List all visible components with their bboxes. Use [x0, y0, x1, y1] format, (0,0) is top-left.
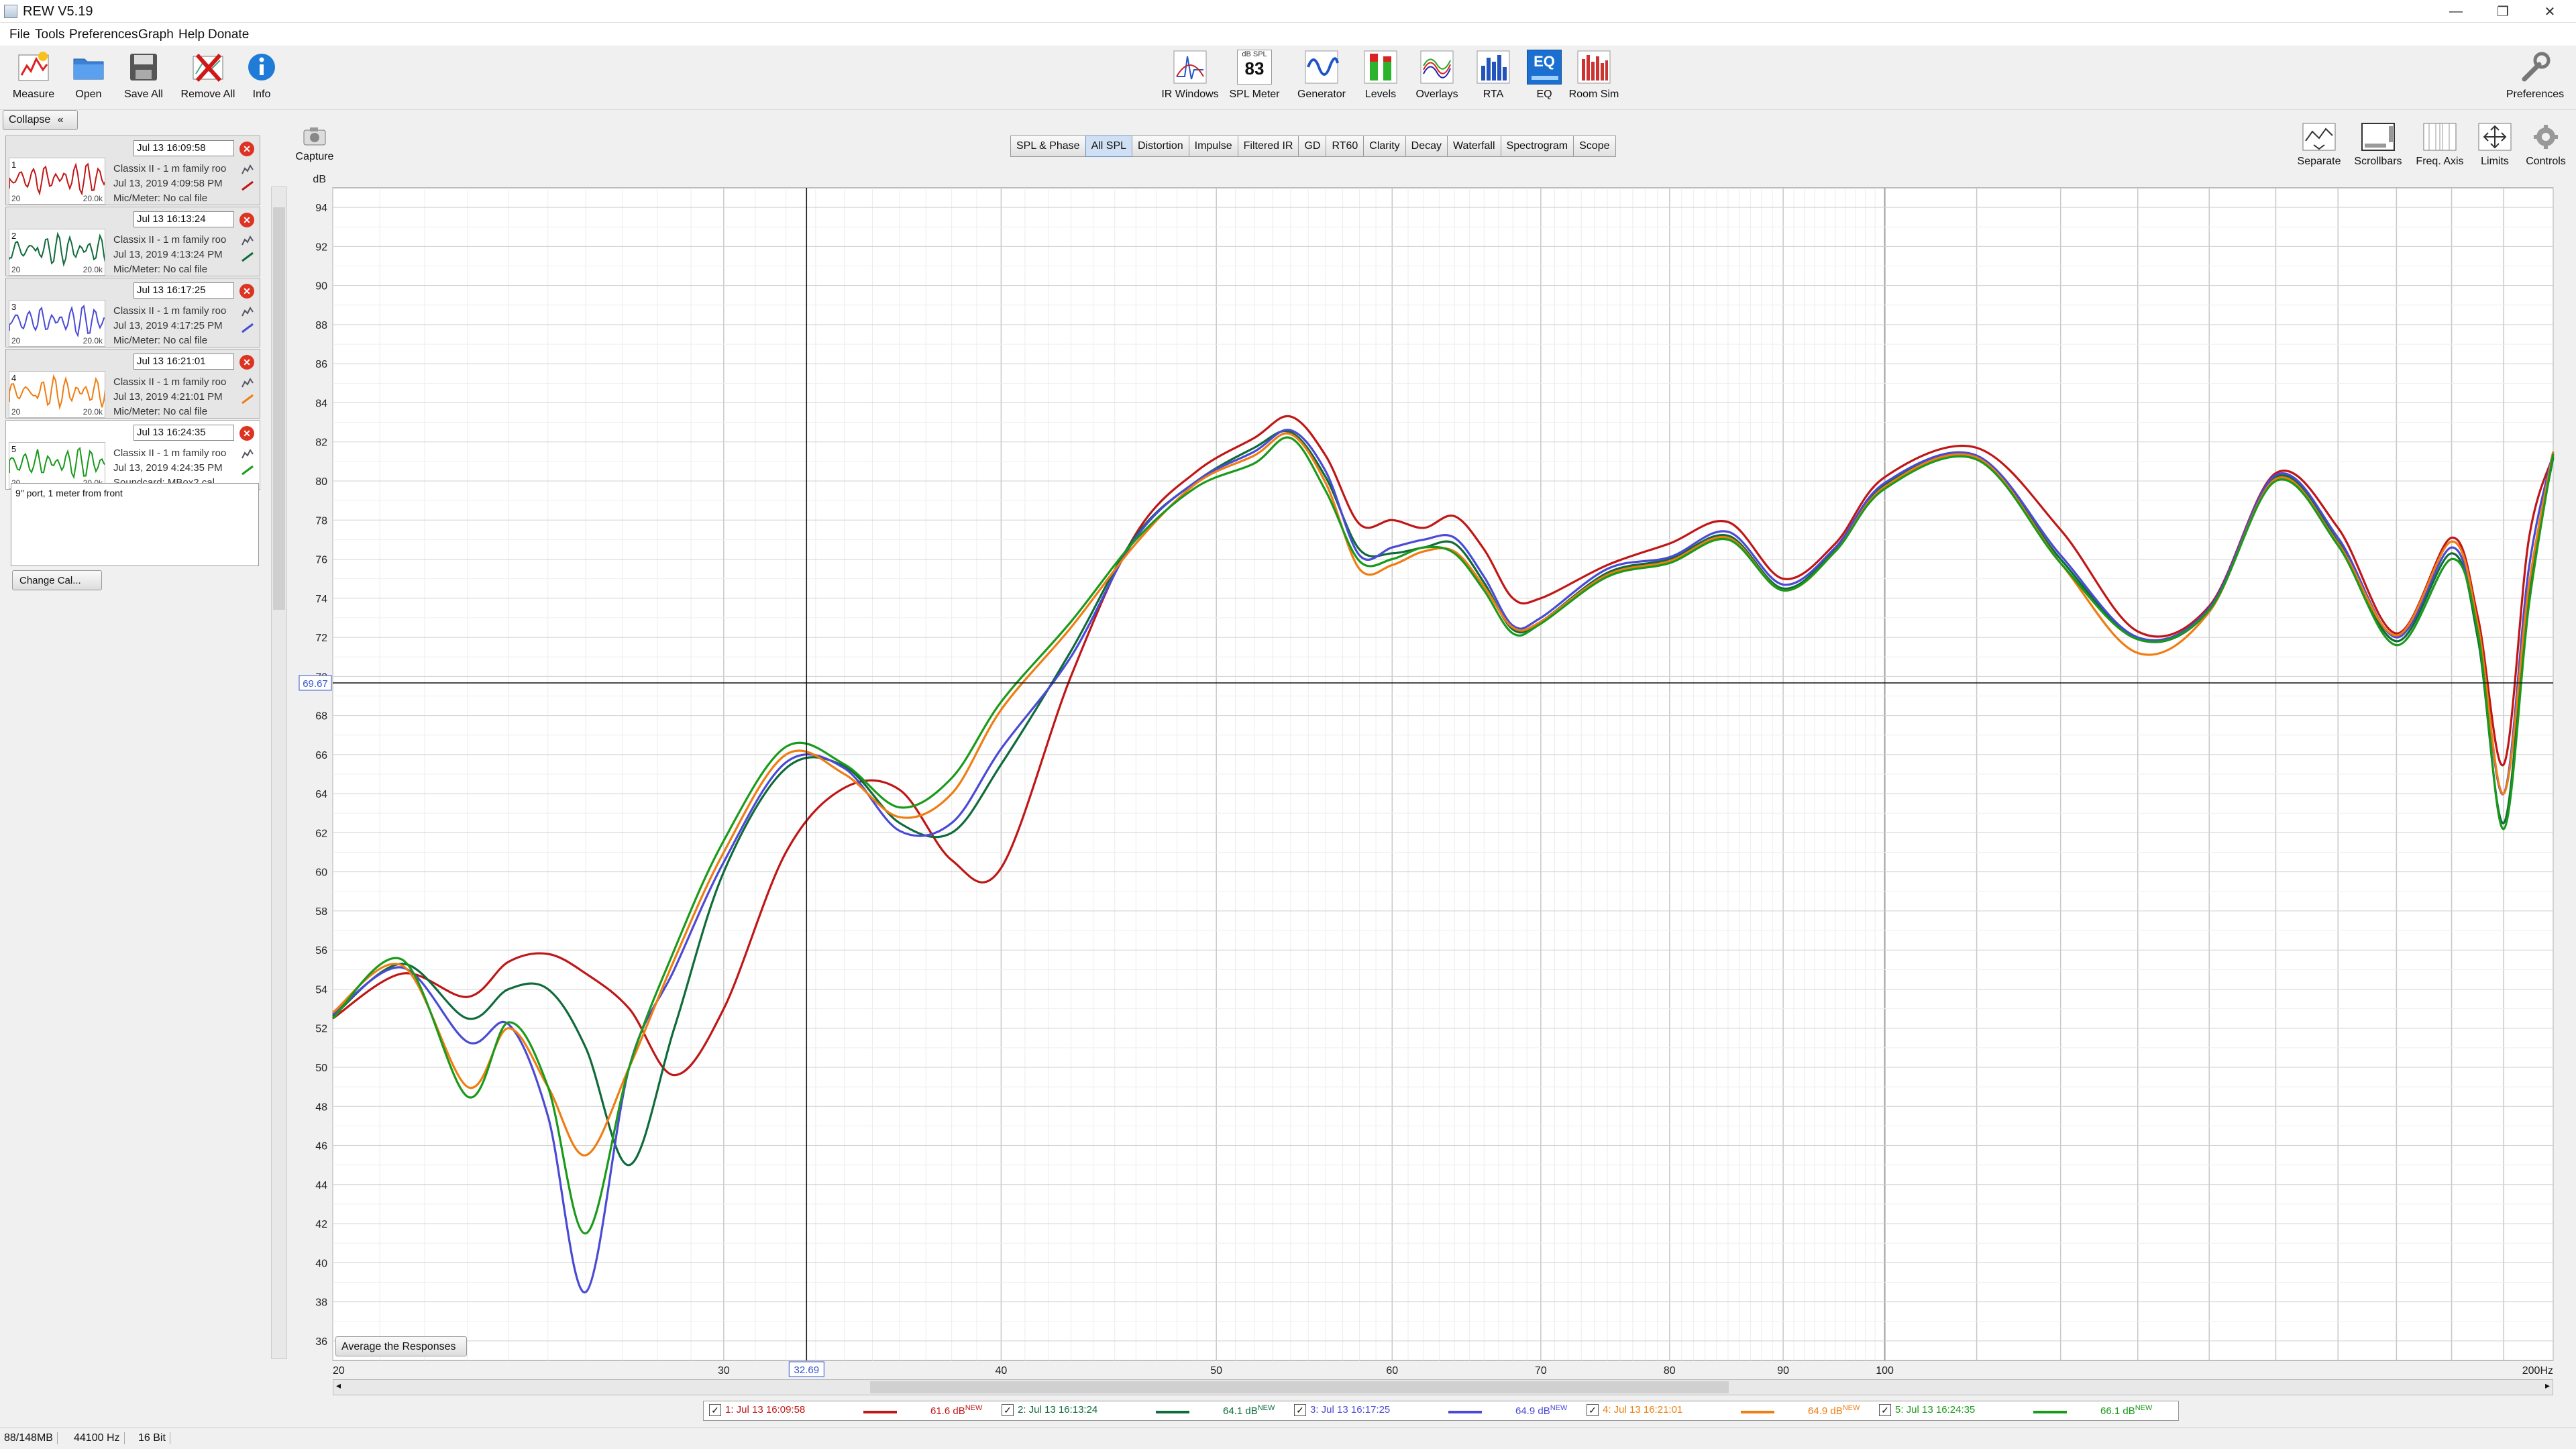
legend-label: 2: Jul 13 16:13:24 — [1018, 1404, 1098, 1415]
legend-label: 3: Jul 13 16:17:25 — [1310, 1404, 1391, 1415]
legend-entry[interactable]: ✓ 4: Jul 13 16:21:01 64.9 dBNEW — [1587, 1404, 1868, 1417]
bit-depth-status: 16 Bit — [134, 1432, 170, 1444]
scroll-right-icon[interactable]: ▸ — [2545, 1380, 2550, 1391]
scroll-left-icon[interactable]: ◂ — [336, 1380, 341, 1391]
y-tick-label: 52 — [315, 1024, 327, 1035]
legend-checkbox[interactable]: ✓ — [1294, 1404, 1306, 1417]
legend-checkbox[interactable]: ✓ — [709, 1404, 721, 1417]
y-tick-label: 88 — [315, 320, 327, 331]
y-tick-label: 38 — [315, 1297, 327, 1309]
legend-entry[interactable]: ✓ 2: Jul 13 16:13:24 64.1 dBNEW — [1002, 1404, 1283, 1417]
legend-label: 1: Jul 13 16:09:58 — [725, 1404, 806, 1415]
y-tick-label: 80 — [315, 476, 327, 488]
x-tick-label: 200Hz — [2522, 1365, 2553, 1377]
y-tick-label: 94 — [315, 203, 327, 214]
y-tick-label: 66 — [315, 750, 327, 761]
y-tick-label: 36 — [315, 1336, 327, 1348]
y-tick-label: 58 — [315, 906, 327, 918]
x-tick-label: 70 — [1535, 1365, 1547, 1377]
x-tick-label: 30 — [718, 1365, 730, 1377]
y-tick-label: 78 — [315, 515, 327, 527]
y-tick-label: 74 — [315, 594, 327, 605]
x-tick-label: 40 — [996, 1365, 1008, 1377]
y-tick-label: 62 — [315, 828, 327, 839]
legend-level: 61.6 dBNEW — [930, 1404, 983, 1417]
y-tick-label: 86 — [315, 359, 327, 370]
grid — [332, 188, 2554, 1360]
y-tick-label: 76 — [315, 555, 327, 566]
legend-level: 64.9 dBNEW — [1515, 1404, 1568, 1417]
sample-rate-status: 44100 Hz — [70, 1432, 125, 1444]
legend-entry[interactable]: ✓ 1: Jul 13 16:09:58 61.6 dBNEW — [709, 1404, 991, 1417]
legend-swatch — [1156, 1411, 1189, 1413]
scrollbar-thumb[interactable] — [870, 1381, 1729, 1393]
x-tick-label: 90 — [1777, 1365, 1789, 1377]
legend-checkbox[interactable]: ✓ — [1879, 1404, 1891, 1417]
y-tick-label: 92 — [315, 241, 327, 253]
y-tick-label: 84 — [315, 398, 327, 409]
y-tick-label: 50 — [315, 1063, 327, 1074]
x-tick-label: 50 — [1210, 1365, 1222, 1377]
spl-graph[interactable]: 36 38 40 42 44 46 48 50 52 54 56 58 60 62 64 66 68 70 72 74… — [0, 0, 2576, 1449]
y-tick-label: 68 — [315, 711, 327, 722]
legend-checkbox[interactable]: ✓ — [1002, 1404, 1014, 1417]
legend-swatch — [863, 1411, 897, 1413]
cursor-x-readout: 32.69 — [794, 1364, 820, 1376]
y-axis-unit: dB — [313, 174, 326, 185]
legend-label: 4: Jul 13 16:21:01 — [1603, 1404, 1683, 1415]
cursor-y-readout: 69.67 — [303, 678, 328, 690]
y-tick-label: 56 — [315, 945, 327, 957]
legend-swatch — [1741, 1411, 1774, 1413]
x-tick-label: 60 — [1386, 1365, 1398, 1377]
y-tick-label: 72 — [315, 633, 327, 644]
frequency-scrollbar[interactable]: ◂ ▸ — [333, 1379, 2553, 1395]
legend-entry[interactable]: ✓ 3: Jul 13 16:17:25 64.9 dBNEW — [1294, 1404, 1576, 1417]
x-tick-label: 100 — [1876, 1365, 1894, 1377]
legend-level: 66.1 dBNEW — [2100, 1404, 2153, 1417]
y-tick-label: 44 — [315, 1180, 327, 1191]
legend-level: 64.9 dBNEW — [1808, 1404, 1860, 1417]
legend-swatch — [1448, 1411, 1482, 1413]
graph-legend: ✓ 1: Jul 13 16:09:58 61.6 dBNEW ✓ 2: Jul 13 … — [703, 1401, 2179, 1421]
y-tick-label: 64 — [315, 789, 327, 800]
status-bar: 88/148MB 44100 Hz 16 Bit — [0, 1428, 2576, 1449]
y-tick-label: 40 — [315, 1258, 327, 1269]
y-tick-label: 82 — [315, 437, 327, 449]
y-tick-label: 54 — [315, 984, 327, 996]
legend-checkbox[interactable]: ✓ — [1587, 1404, 1599, 1417]
y-tick-label: 46 — [315, 1141, 327, 1152]
legend-entry[interactable]: ✓ 5: Jul 13 16:24:35 66.1 dBNEW — [1879, 1404, 2161, 1417]
legend-swatch — [2033, 1411, 2067, 1413]
y-tick-label: 90 — [315, 281, 327, 292]
y-tick-label: 60 — [315, 867, 327, 879]
x-tick-label: 80 — [1664, 1365, 1676, 1377]
average-responses-button[interactable]: Average the Responses — [335, 1336, 467, 1356]
x-tick-label: 20 — [333, 1365, 345, 1377]
y-tick-label: 48 — [315, 1102, 327, 1113]
memory-status: 88/148MB — [0, 1432, 58, 1444]
legend-level: 64.1 dBNEW — [1223, 1404, 1275, 1417]
legend-label: 5: Jul 13 16:24:35 — [1895, 1404, 1976, 1415]
y-tick-label: 42 — [315, 1219, 327, 1230]
